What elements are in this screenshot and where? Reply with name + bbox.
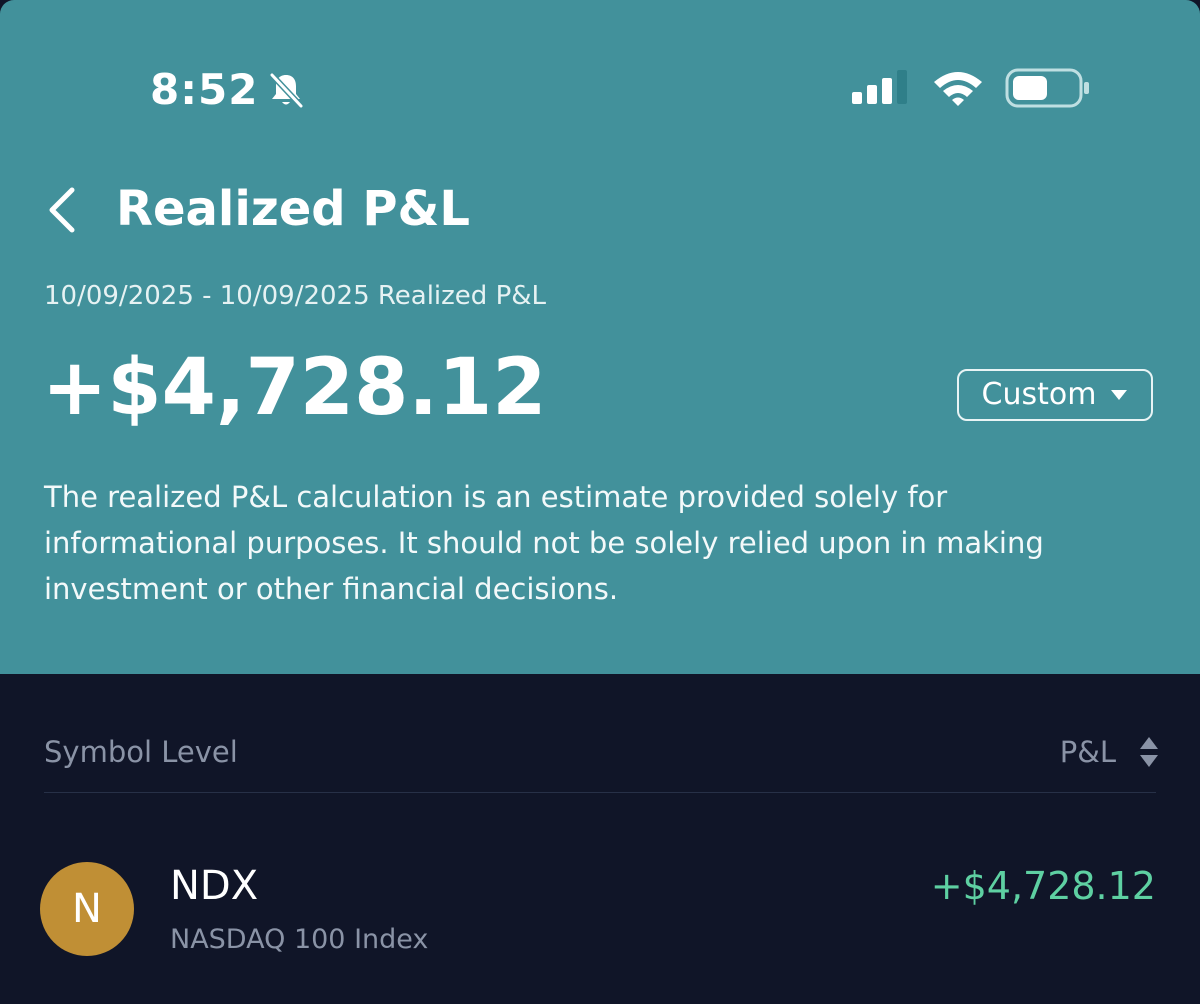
back-button[interactable] xyxy=(38,180,88,240)
cellular-signal-icon xyxy=(852,70,907,104)
row-symbol: NDX xyxy=(170,863,259,909)
disclaimer-text: The realized P&L calculation is an estim… xyxy=(44,480,1044,606)
total-realized-pnl: +$4,728.12 xyxy=(42,343,547,433)
caret-down-icon xyxy=(1111,390,1128,400)
range-selector-button[interactable]: Custom xyxy=(957,369,1153,421)
date-range-label: 10/09/2025 - 10/09/2025 Realized P&L xyxy=(44,281,547,311)
bell-slash-icon xyxy=(269,72,304,109)
realized-pnl-screen: 8:52 Realized P&L 10/09/2025 - 10/09/202… xyxy=(0,0,1200,1004)
list-divider xyxy=(44,792,1156,793)
column-header-symbol: Symbol Level xyxy=(44,735,238,769)
header-panel: 8:52 Realized P&L 10/09/2025 - 10/09/202… xyxy=(0,0,1200,674)
row-pnl-value: +$4,728.12 xyxy=(930,864,1156,908)
pnl-sort-button[interactable]: P&L xyxy=(1060,732,1160,772)
table-row[interactable]: N NDX NASDAQ 100 Index +$4,728.12 xyxy=(0,840,1200,980)
status-time: 8:52 xyxy=(150,65,259,114)
battery-icon xyxy=(1005,68,1089,108)
wifi-icon xyxy=(934,72,982,106)
sort-icon xyxy=(1140,737,1158,767)
avatar: N xyxy=(40,862,134,956)
row-symbol-name: NASDAQ 100 Index xyxy=(170,924,429,955)
page-title: Realized P&L xyxy=(116,181,470,237)
range-selector-label: Custom xyxy=(981,377,1097,412)
column-header-pnl: P&L xyxy=(1059,735,1116,769)
